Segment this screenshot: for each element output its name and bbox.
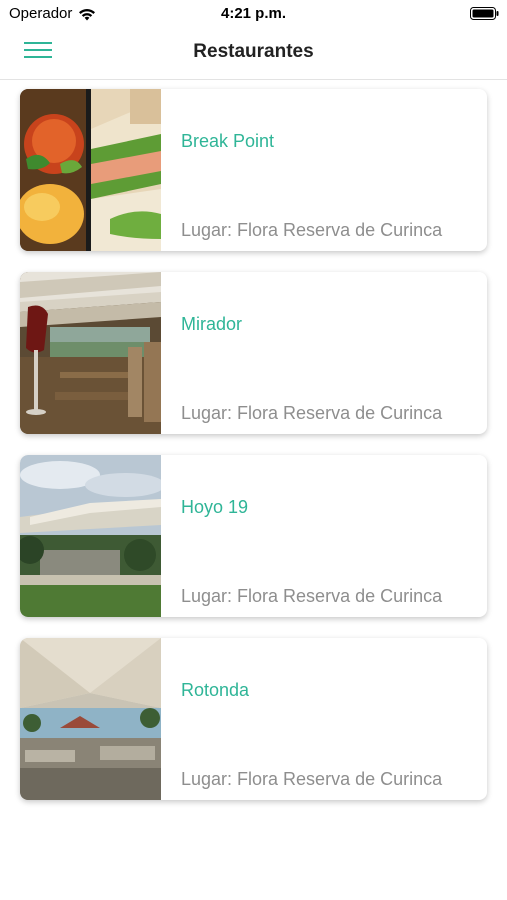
restaurant-thumbnail (20, 272, 161, 434)
page-title: Restaurantes (193, 41, 314, 62)
battery-icon (470, 7, 499, 20)
restaurant-thumbnail (20, 455, 161, 617)
dining-terrace-photo (20, 272, 161, 434)
restaurant-name: Mirador (181, 314, 243, 334)
food-platter-photo (20, 89, 161, 251)
outdoor-canopy-photo (20, 455, 161, 617)
restaurant-card[interactable]: Hoyo 19 Lugar: Flora Reserva de Curinca (20, 455, 487, 617)
restaurant-thumbnail (20, 638, 161, 800)
tent-pavilion-photo (20, 638, 161, 800)
restaurant-name: Rotonda (181, 680, 250, 700)
restaurant-place: Lugar: Flora Reserva de Curinca (181, 586, 443, 606)
status-bar: Operador 4:21 p.m. (0, 0, 507, 28)
restaurant-list: Break Point Lugar: Flora Reserva de Curi… (20, 89, 487, 821)
restaurant-card[interactable]: Rotonda Lugar: Flora Reserva de Curinca (20, 638, 487, 800)
status-time: 4:21 p.m. (220, 5, 287, 22)
restaurant-name: Hoyo 19 (181, 497, 249, 517)
restaurant-place: Lugar: Flora Reserva de Curinca (181, 403, 443, 423)
restaurant-place: Lugar: Flora Reserva de Curinca (181, 769, 443, 789)
restaurant-name: Break Point (181, 131, 275, 151)
navigation-bar: Restaurantes (0, 28, 507, 80)
restaurant-card[interactable]: Mirador Lugar: Flora Reserva de Curinca (20, 272, 487, 434)
restaurant-card[interactable]: Break Point Lugar: Flora Reserva de Curi… (20, 89, 487, 251)
restaurant-place: Lugar: Flora Reserva de Curinca (181, 220, 443, 240)
restaurant-thumbnail (20, 89, 161, 251)
